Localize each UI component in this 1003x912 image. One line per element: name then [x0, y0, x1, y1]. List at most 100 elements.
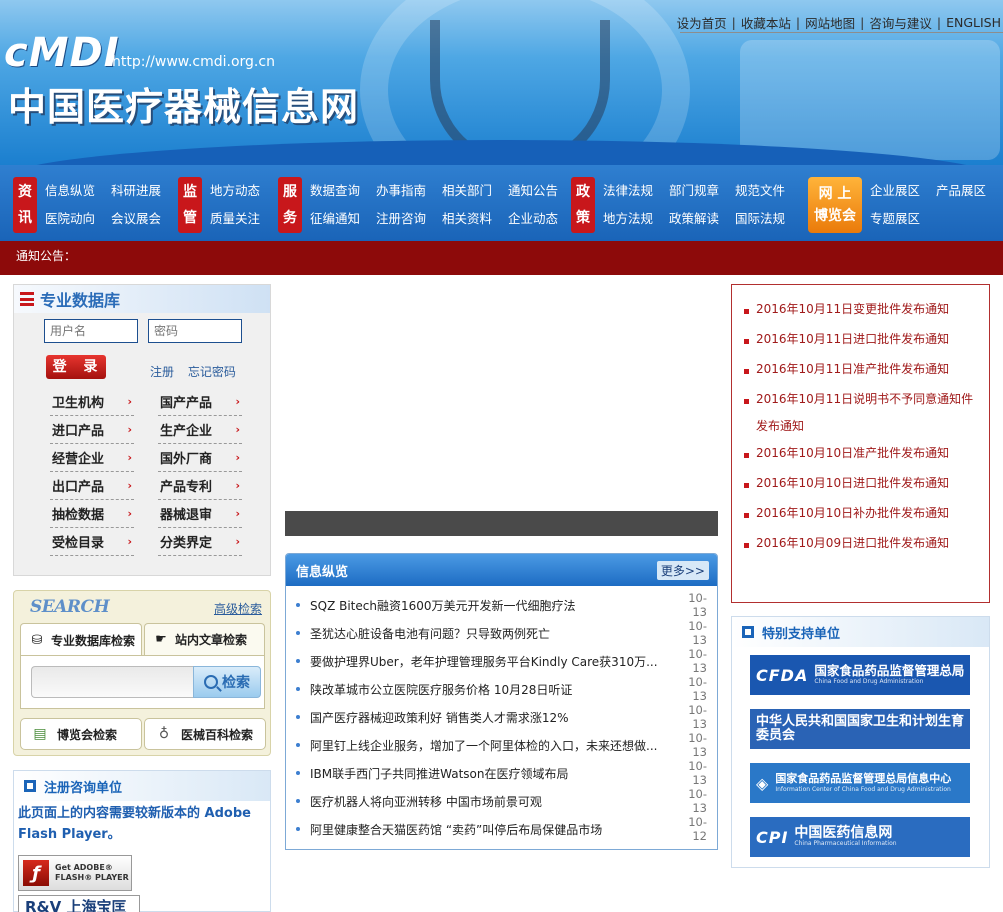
password-input[interactable]: [148, 319, 242, 343]
partner-logo-rv[interactable]: R&V 上海宝匡: [18, 895, 140, 912]
database-link[interactable]: 国外厂商 ›: [158, 444, 242, 472]
bullet-icon: [296, 743, 300, 747]
sitemap-link[interactable]: 网站地图: [805, 13, 855, 32]
nav-tag-policy: 政策: [571, 177, 595, 233]
announcement-item[interactable]: 2016年10月10日准产批件发布通知: [744, 440, 979, 470]
news-item[interactable]: 国产医疗器械迎政策利好 销售类人才需求涨12% 10-13: [296, 703, 707, 731]
news-item[interactable]: 阿里钉上线企业服务，增加了一个阿里体检的入口，未来还想做... 10-13: [296, 731, 707, 759]
announcement-item[interactable]: 2016年10月10日进口批件发布通知: [744, 470, 979, 500]
nav-item[interactable]: 信息纵览: [45, 177, 95, 205]
database-link[interactable]: 进口产品 ›: [50, 416, 134, 444]
announcement-item[interactable]: 2016年10月09日进口批件发布通知: [744, 530, 979, 560]
top-links: 设为首页 | 收藏本站 | 网站地图 | 咨询与建议 | ENGLISH: [676, 13, 1001, 32]
announcement-item[interactable]: 2016年10月11日进口批件发布通知: [744, 326, 979, 356]
chevron-right-icon: ›: [127, 451, 132, 464]
nav-item[interactable]: 企业动态: [508, 205, 558, 233]
database-link[interactable]: 抽检数据 ›: [50, 500, 134, 528]
tab-site-search[interactable]: ☛ 站内文章检索: [144, 623, 265, 655]
search-input[interactable]: [31, 666, 195, 698]
announcement-item[interactable]: 2016年10月11日变更批件发布通知: [744, 296, 979, 326]
nav-item[interactable]: 会议展会: [111, 205, 161, 233]
nav-item[interactable]: 相关资料: [442, 205, 492, 233]
partner-logo-nhfpc[interactable]: 中华人民共和国国家卫生和计划生育委员会: [750, 709, 970, 749]
nav-tag-service: 服务: [278, 177, 302, 233]
news-list: SQZ Bitech融资1600万美元开发新一代细胞疗法 10-13 圣犹达心脏设…: [286, 586, 717, 843]
site-logo[interactable]: cMDI: [4, 30, 120, 76]
nav-item[interactable]: 地方动态: [210, 177, 260, 205]
nav-item[interactable]: 数据查询: [310, 177, 360, 205]
news-item[interactable]: 要做护理界Uber，老年护理管理服务平台Kindly Care获310万... 1…: [296, 647, 707, 675]
tab-database-search[interactable]: ⛁ 专业数据库检索: [20, 623, 142, 657]
nav-item[interactable]: 产品展区: [936, 177, 986, 205]
site-url: http://www.cmdi.org.cn: [112, 54, 275, 70]
nav-item[interactable]: 地方法规: [603, 205, 653, 233]
partner-logo-cpi[interactable]: CPI 中国医药信息网 China Pharmaceutical Informat…: [750, 817, 970, 857]
square-bullet-icon: [24, 780, 36, 792]
database-link[interactable]: 卫生机构 ›: [50, 388, 134, 416]
database-icon: ⛁: [31, 633, 43, 648]
square-bullet-icon: [742, 626, 754, 638]
expo-search-button[interactable]: ▤ 博览会检索: [20, 718, 142, 750]
news-item[interactable]: 医疗机器人将向亚洲转移 中国市场前景可观 10-13: [296, 787, 707, 815]
feedback-link[interactable]: 咨询与建议: [869, 13, 932, 32]
chevron-right-icon: ›: [235, 479, 240, 492]
bullet-icon: [744, 453, 749, 458]
nav-item[interactable]: 科研进展: [111, 177, 161, 205]
nav-item[interactable]: 征编通知: [310, 205, 360, 233]
slideshow-caption-bar: [285, 511, 718, 536]
nav-item[interactable]: 部门规章: [669, 177, 719, 205]
get-flash-player-button[interactable]: ƒ Get ADOBE® FLASH® PLAYER: [18, 855, 132, 891]
database-link[interactable]: 受检目录 ›: [50, 528, 134, 556]
search-button[interactable]: 检索: [193, 666, 261, 698]
database-link[interactable]: 生产企业 ›: [158, 416, 242, 444]
bullet-icon: [296, 659, 300, 663]
announcement-item[interactable]: 2016年10月10日补办批件发布通知: [744, 500, 979, 530]
chevron-right-icon: ›: [127, 395, 132, 408]
news-item[interactable]: 阿里健康整合天猫医药馆 “卖药”叫停后布局保健品市场 10-12: [296, 815, 707, 843]
set-homepage-link[interactable]: 设为首页: [677, 13, 727, 32]
encyclopedia-search-button[interactable]: ♁ 医械百科检索: [144, 718, 266, 750]
nav-item[interactable]: 政策解读: [669, 205, 719, 233]
forgot-password-link[interactable]: 忘记密码: [188, 365, 236, 379]
database-link[interactable]: 国产产品 ›: [158, 388, 242, 416]
nav-item[interactable]: 法律法规: [603, 177, 653, 205]
username-input[interactable]: [44, 319, 138, 343]
nav-tag-supervision: 监管: [178, 177, 202, 233]
nav-item[interactable]: 国际法规: [735, 205, 785, 233]
search-icon: [204, 675, 218, 689]
news-more-link[interactable]: 更多>>: [656, 560, 709, 580]
nav-item[interactable]: 通知公告: [508, 177, 558, 205]
news-item[interactable]: 圣犹达心脏设备电池有问题？只导致两例死亡 10-13: [296, 619, 707, 647]
database-link[interactable]: 经营企业 ›: [50, 444, 134, 472]
news-item[interactable]: 陕改革城市公立医院医疗服务价格 10月28日听证 10-13: [296, 675, 707, 703]
partner-logo-cfda-info-center[interactable]: ◈ 国家食品药品监督管理总局信息中心 Information Center of …: [750, 763, 970, 803]
bullet-icon: [744, 513, 749, 518]
list-icon: [20, 292, 34, 306]
partner-logo-cfda[interactable]: CFDA 国家食品药品监督管理总局 China Food and Drug Adm…: [750, 655, 970, 695]
bullet-icon: [744, 369, 749, 374]
register-link[interactable]: 注册: [150, 365, 174, 379]
nav-tag-online-expo[interactable]: 网 上博览会: [808, 177, 862, 233]
nav-item[interactable]: 相关部门: [442, 177, 492, 205]
news-item[interactable]: IBM联手西门子共同推进Watson在医疗领域布局 10-13: [296, 759, 707, 787]
announcement-item[interactable]: 2016年10月11日说明书不予同意通知件发布通知: [744, 386, 979, 440]
database-link[interactable]: 产品专利 ›: [158, 472, 242, 500]
bookmark-link[interactable]: 收藏本站: [741, 13, 791, 32]
main-nav: 资讯 信息纵览 医院动向 科研进展 会议展会 监管 地方动态 质量关注 服务 数…: [0, 165, 1003, 241]
news-item[interactable]: SQZ Bitech融资1600万美元开发新一代细胞疗法 10-13: [296, 591, 707, 619]
nav-item[interactable]: 医院动向: [45, 205, 95, 233]
announcement-item[interactable]: 2016年10月11日准产批件发布通知: [744, 356, 979, 386]
english-link[interactable]: ENGLISH: [946, 15, 1001, 30]
nav-item[interactable]: 企业展区: [870, 177, 920, 205]
nav-item[interactable]: 注册咨询: [376, 205, 426, 233]
database-link[interactable]: 分类界定 ›: [158, 528, 242, 556]
nav-item[interactable]: 质量关注: [210, 205, 260, 233]
database-link[interactable]: 出口产品 ›: [50, 472, 134, 500]
advanced-search-link[interactable]: 高级检索: [214, 600, 262, 617]
nav-item[interactable]: 办事指南: [376, 177, 426, 205]
nav-item[interactable]: 规范文件: [735, 177, 785, 205]
chevron-right-icon: ›: [235, 535, 240, 548]
nav-item[interactable]: 专题展区: [870, 205, 920, 233]
database-link[interactable]: 器械退审 ›: [158, 500, 242, 528]
login-button[interactable]: 登 录: [46, 355, 106, 379]
